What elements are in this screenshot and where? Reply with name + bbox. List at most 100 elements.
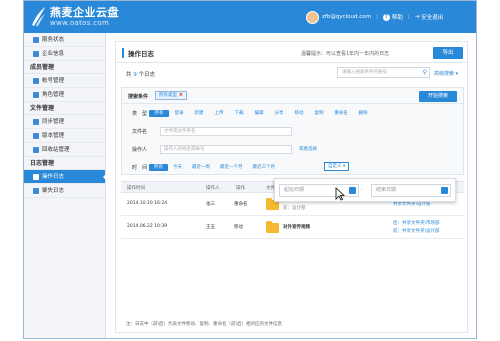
user-email[interactable]: zfb@qycloud.com (322, 14, 371, 20)
sidebar-item-label: 同步管理 (42, 119, 65, 125)
filter-panel: 搜索条件 所有类型 ✖ 开始搜索 类 型 所有 登录 新建 上传 下载 编辑 分享… (121, 87, 464, 175)
row-location-before[interactable]: 前：共享文件夹\设计部 (393, 228, 440, 234)
type-option[interactable]: 上传 (209, 110, 229, 117)
search-icon[interactable]: ⚲ (423, 69, 427, 77)
time-option[interactable]: 所有 (149, 164, 168, 171)
sidebar-item-label: 回收站管理 (42, 147, 70, 153)
count-suffix: 个日志 (138, 72, 156, 78)
help-link[interactable]: ? 帮助 (382, 13, 403, 21)
type-option[interactable]: 下载 (229, 110, 249, 117)
operator-input[interactable]: 操作人的姓名或帐号 (160, 145, 292, 154)
filter-tag-label: 所有类型 (159, 93, 177, 98)
sidebar-item-label: 版本管理 (42, 133, 65, 139)
time-option[interactable]: 今天 (168, 164, 187, 171)
sidebar-item-service-status[interactable]: 服务状态 (24, 33, 105, 47)
user-bar: zfb@qycloud.com | ? 帮助 | ⇥ 安全退出 (306, 10, 443, 24)
users-icon (33, 92, 39, 98)
type-label: 类 型 (132, 111, 148, 117)
sidebar-item-label: 聚失日志 (42, 188, 65, 194)
type-option[interactable]: 登录 (169, 110, 189, 117)
chevron-down-icon: ▾ (455, 71, 459, 77)
advanced-label: 高级搜索 (434, 71, 455, 77)
folder-icon (266, 221, 279, 233)
filter-label: 搜索条件 (128, 94, 149, 100)
sidebar-item-label: 企业信息 (42, 51, 65, 57)
logout-label: 安全退出 (421, 15, 444, 21)
help-label: 帮助 (391, 15, 403, 21)
start-date-input[interactable]: 起始日期 (279, 184, 359, 197)
type-option[interactable]: 复制 (309, 110, 329, 117)
sidebar-item-roles[interactable]: 角色管理 (24, 88, 105, 102)
type-option[interactable]: 所有 (149, 110, 169, 117)
column-header: 操作人 (206, 186, 220, 191)
sidebar: 服务状态 企业信息 成员管理 帐号管理 角色管理 文件管理 同步管理 版本管理 … (24, 33, 106, 338)
avatar[interactable] (306, 10, 319, 24)
row-location-after[interactable]: 后：共享文件夹\市场部 (393, 220, 440, 226)
table-row[interactable]: 2014.06.22 10:39 王五 移动 对外宣传视频 后：共享文件夹\市场… (121, 216, 464, 239)
time-option[interactable]: 最近一周 (187, 164, 215, 171)
time-label: 时 间 (132, 165, 148, 171)
column-header: 操作时间 (127, 186, 145, 191)
type-option[interactable]: 删除 (353, 110, 373, 117)
filter-tag[interactable]: 所有类型 ✖ (155, 91, 187, 100)
log-icon (33, 174, 39, 180)
end-date-input[interactable]: 结束日期 (371, 184, 451, 197)
sidebar-item-versions[interactable]: 版本管理 (24, 129, 105, 143)
sidebar-item-operation-log[interactable]: 操作日志 (24, 170, 106, 184)
sidebar-group-files: 文件管理 (24, 102, 105, 115)
custom-label: 自定义 (328, 164, 342, 169)
sidebar-item-accounts[interactable]: 帐号管理 (24, 74, 105, 88)
row-time: 2014.06.22 10:39 (127, 224, 168, 229)
app-window: 燕麦企业云盘 www.oatos.com zfb@qycloud.com | ?… (23, 0, 477, 339)
count-value: 9 (133, 72, 137, 78)
time-option[interactable]: 最近三个月 (248, 164, 281, 171)
divider: | (375, 14, 378, 20)
filter-header: 搜索条件 所有类型 ✖ 开始搜索 (122, 88, 463, 104)
user-icon (33, 78, 39, 84)
custom-time-select[interactable]: 自定义 ▾ (324, 162, 350, 171)
choose-link[interactable]: 或者选择 (299, 146, 317, 152)
logout-link[interactable]: ⇥ 安全退出 (415, 13, 444, 21)
divider (116, 62, 467, 63)
search-placeholder: 请输入搜索条件的账号 (342, 70, 387, 75)
row-file-before: 前：设计部 (283, 206, 306, 211)
calendar-icon[interactable] (349, 187, 356, 194)
sidebar-group-members: 成员管理 (24, 61, 105, 74)
close-icon[interactable]: ✖ (179, 93, 183, 98)
brand-url: www.oatos.com (50, 19, 110, 27)
column-header: 操作 (236, 186, 245, 191)
sidebar-item-label: 帐号管理 (42, 78, 65, 84)
page-title: 操作日志 (122, 48, 154, 58)
type-option[interactable]: 移动 (289, 110, 309, 117)
search-input[interactable]: 请输入搜索条件的账号 ⚲ (337, 67, 430, 78)
sidebar-item-label: 角色管理 (42, 92, 65, 98)
type-option[interactable]: 重命名 (329, 110, 353, 117)
trash-icon (33, 147, 39, 153)
cloud-icon (33, 37, 39, 43)
top-bar: 燕麦企业云盘 www.oatos.com zfb@qycloud.com | ?… (24, 1, 476, 33)
sync-icon (33, 119, 39, 125)
logo-icon (32, 7, 45, 26)
sidebar-item-company-info[interactable]: 企业信息 (24, 47, 105, 61)
type-option[interactable]: 编辑 (249, 110, 269, 117)
advanced-search-link[interactable]: 高级搜索 ▾ (434, 70, 458, 77)
file-label: 文件名 (132, 129, 148, 135)
type-option[interactable]: 分享 (269, 110, 289, 117)
brand-name: 燕麦企业云盘 (50, 6, 119, 19)
sidebar-item-lost-log[interactable]: 聚失日志 (24, 184, 105, 198)
start-search-button[interactable]: 开始搜索 (419, 91, 457, 102)
sidebar-item-label: 操作日志 (42, 174, 65, 180)
help-icon: ? (382, 13, 390, 21)
row-file[interactable]: 对外宣传视频 (283, 224, 310, 230)
sidebar-item-recycle[interactable]: 回收站管理 (24, 143, 105, 157)
file-name-input[interactable]: 文件或文件夹名 (160, 127, 292, 136)
type-option[interactable]: 新建 (189, 110, 209, 117)
sidebar-item-sync[interactable]: 同步管理 (24, 115, 105, 129)
mouse-cursor-icon (335, 187, 345, 201)
time-option[interactable]: 最近一个月 (215, 164, 248, 171)
chevron-down-icon: ▾ (342, 164, 346, 169)
export-button[interactable]: 导出 (433, 47, 463, 59)
date-separator: - (361, 187, 363, 193)
logout-icon: ⇥ (414, 14, 420, 20)
calendar-icon[interactable] (441, 187, 448, 194)
